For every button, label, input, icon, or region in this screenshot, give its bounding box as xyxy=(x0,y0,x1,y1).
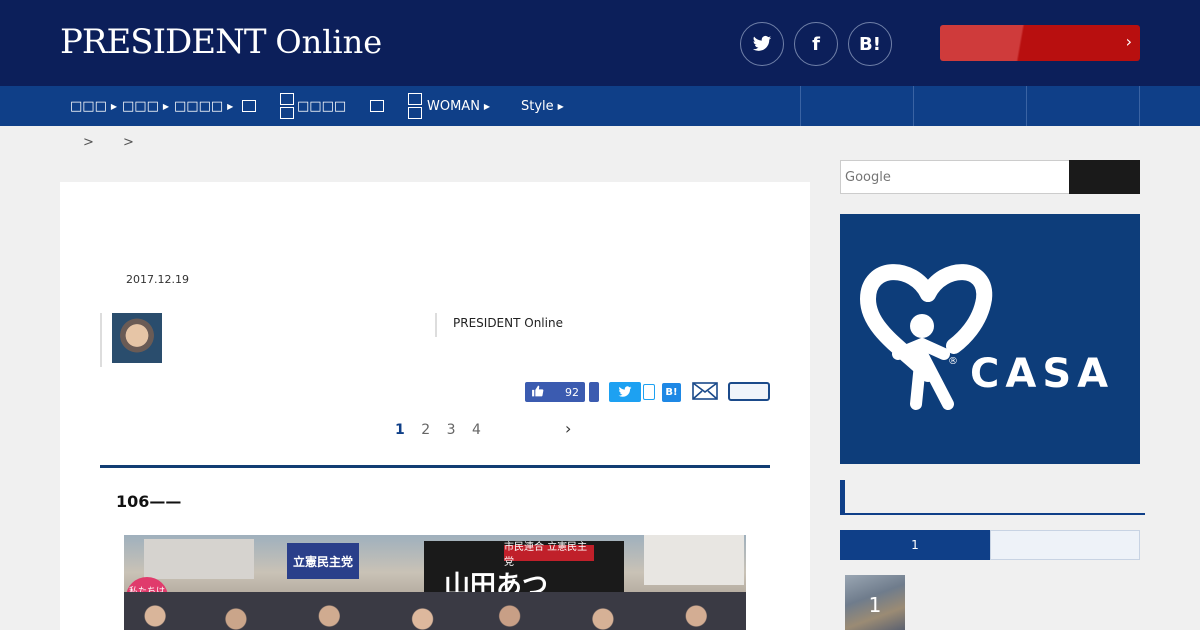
mail-icon[interactable] xyxy=(692,382,718,400)
caret-right-icon: ▶ xyxy=(162,101,170,111)
section-heading: 106—— xyxy=(116,492,182,511)
page-link[interactable]: 2 xyxy=(421,422,430,438)
sidebar-heading-rule xyxy=(840,513,1145,515)
nav-item-2[interactable]: □□□ ▶ xyxy=(122,86,169,126)
logo-sub: Online xyxy=(275,23,383,61)
page-link-current[interactable]: 1 xyxy=(395,422,405,438)
like-count: 92 xyxy=(565,385,579,399)
nav-divider xyxy=(1139,86,1140,126)
caret-right-icon: ▶ xyxy=(110,101,118,111)
nav-item-4[interactable] xyxy=(242,86,257,126)
search-input[interactable] xyxy=(840,160,1070,194)
article-date: 2017.12.19 xyxy=(126,273,189,286)
breadcrumb-separator: > xyxy=(83,135,94,150)
ad-brand-text: CASA xyxy=(970,351,1115,397)
photo-banner-label: 市民連合 立憲民主党 xyxy=(504,542,594,568)
logo-main: PRESIDENT xyxy=(60,22,267,62)
site-header: PRESIDENT Online f B! › xyxy=(0,0,1200,86)
nav-divider xyxy=(913,86,914,126)
caret-right-icon: ▶ xyxy=(557,101,564,111)
like-share-button[interactable] xyxy=(589,382,599,402)
article-photo: 立憲民主党 市民連合 立憲民主党 山田あつ 私たちは つながる xyxy=(124,535,746,630)
breadcrumb-separator: > xyxy=(123,135,134,150)
article-card: 2017.12.19 PRESIDENT Online 92 B! 1 2 3 … xyxy=(60,182,810,630)
caret-right-icon: ▶ xyxy=(483,101,491,111)
nav-divider xyxy=(1026,86,1027,126)
nav-item-style[interactable]: Style ▶ xyxy=(521,86,564,126)
share-more-button[interactable] xyxy=(728,382,770,401)
hatena-bookmark-button[interactable]: B! xyxy=(662,383,681,402)
facebook-share-icon[interactable]: f xyxy=(794,22,838,66)
ranking-tab[interactable] xyxy=(990,530,1140,560)
page-link[interactable]: 3 xyxy=(447,422,456,438)
author-avatar[interactable] xyxy=(112,313,162,363)
twitter-share-icon[interactable] xyxy=(740,22,784,66)
ranking-tab-active[interactable]: 1 xyxy=(840,530,990,560)
article-source: PRESIDENT Online xyxy=(453,316,563,330)
section-rule xyxy=(100,465,770,468)
photo-crowd xyxy=(124,592,746,630)
ranking-thumbnail[interactable]: 1 xyxy=(845,575,905,630)
ad-registered-mark: ® xyxy=(948,356,958,367)
ranking-number: 1 xyxy=(868,593,882,617)
chevron-right-icon: › xyxy=(1125,32,1132,51)
author-divider xyxy=(100,313,102,367)
source-divider xyxy=(435,313,437,337)
nav-item-3[interactable]: □□□□ ▶ xyxy=(174,86,233,126)
photo-sign: 立憲民主党 xyxy=(287,543,359,579)
twitter-icon xyxy=(618,386,632,397)
sidebar-heading-marker xyxy=(840,480,845,514)
thumbs-up-icon xyxy=(531,385,544,400)
site-logo[interactable]: PRESIDENT Online xyxy=(60,22,382,62)
hatena-bookmark-icon[interactable]: B! xyxy=(848,22,892,66)
header-cta-button[interactable]: › xyxy=(940,25,1140,61)
nav-divider xyxy=(800,86,801,126)
page-link[interactable]: 4 xyxy=(472,422,481,438)
tweet-count-bubble xyxy=(643,384,655,400)
search-button[interactable] xyxy=(1069,160,1140,194)
pagination: 1 2 3 4 xyxy=(395,422,493,438)
facebook-like-button[interactable]: 92 xyxy=(525,382,585,402)
nav-item-6[interactable] xyxy=(370,86,385,126)
sidebar-ad-banner[interactable]: ® CASA xyxy=(840,214,1140,464)
nav-item-1[interactable]: □□□ ▶ xyxy=(70,86,117,126)
main-nav: □□□ ▶ □□□ ▶ □□□□ ▶ □□□□ WOMAN ▶ Style ▶ xyxy=(0,86,1200,126)
caret-right-icon: ▶ xyxy=(227,101,234,111)
next-page-icon[interactable]: › xyxy=(565,419,571,438)
tweet-button[interactable] xyxy=(609,382,641,402)
nav-item-woman[interactable]: WOMAN ▶ xyxy=(408,86,490,126)
nav-item-5[interactable]: □□□□ xyxy=(280,86,346,126)
